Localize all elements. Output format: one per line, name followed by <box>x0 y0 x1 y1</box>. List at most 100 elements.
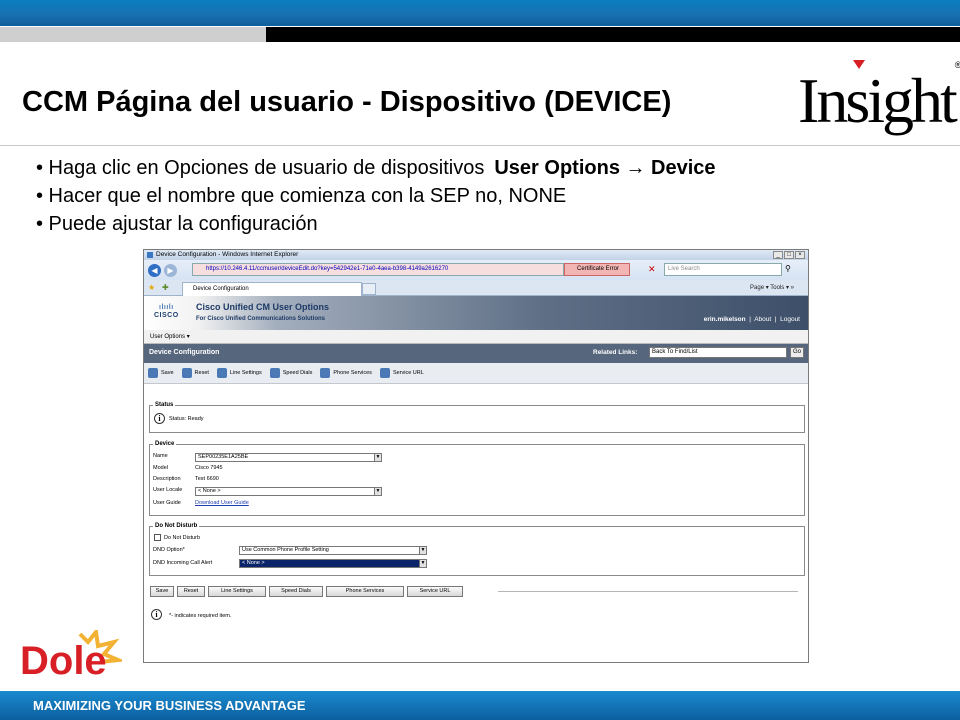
line-settings-button[interactable]: Line Settings <box>208 586 266 597</box>
bullet-1: • Haga clic en Opciones de usuario de di… <box>36 154 716 182</box>
toolbar-save[interactable]: Save <box>148 368 174 378</box>
download-user-guide-link[interactable]: Download User Guide <box>195 500 249 506</box>
dole-logo: Dole <box>18 627 126 691</box>
dole-logo-wordmark: Dole <box>20 639 107 683</box>
service-url-button[interactable]: Service URL <box>407 586 463 597</box>
maximize-icon[interactable]: □ <box>784 251 794 259</box>
window-title: Device Configuration - Windows Internet … <box>156 251 299 258</box>
certificate-error-badge[interactable]: Certificate Error <box>564 263 630 276</box>
bottom-button-row: Save Reset Line Settings Speed Dials Pho… <box>150 586 463 597</box>
logout-link[interactable]: Logout <box>780 316 800 323</box>
line-settings-icon <box>216 368 227 378</box>
stop-icon[interactable]: ✕ <box>648 264 656 275</box>
button-row-divider <box>498 591 798 592</box>
user-links: erin.mikelson | About | Logout <box>703 316 800 323</box>
reset-button[interactable]: Reset <box>177 586 205 597</box>
description-label: Description <box>153 476 181 482</box>
minimize-icon[interactable]: _ <box>773 251 783 259</box>
user-locale-value: < None > <box>198 488 221 494</box>
chevron-down-icon: ▼ <box>419 547 426 554</box>
bullet-2-text: • Hacer que el nombre que comienza con l… <box>36 185 567 207</box>
cisco-logo: ılıılı CISCO <box>154 304 179 320</box>
dnd-option-label: DND Option* <box>153 547 185 553</box>
toolbar: Save Reset Line Settings Speed Dials Pho… <box>144 363 808 384</box>
model-value: Cisco 7945 <box>195 465 223 471</box>
toolbar-phone-services[interactable]: Phone Services <box>320 368 372 378</box>
header-black-bar <box>266 27 960 42</box>
toolbar-service-url[interactable]: Service URL <box>379 368 424 378</box>
menu-bar: User Options ▾ <box>144 330 808 344</box>
tagline: MAXIMIZING YOUR BUSINESS ADVANTAGE <box>33 698 306 713</box>
bullet-1-text: • Haga clic en Opciones de usuario de di… <box>36 157 485 179</box>
user-name: erin.mikelson <box>703 316 746 323</box>
add-favorites-icon[interactable]: ✚ <box>162 283 169 292</box>
toolbar-reset[interactable]: Reset <box>181 368 209 378</box>
related-links-select[interactable]: Back To Find/List <box>649 347 787 358</box>
dnd-alert-value: < None > <box>242 560 265 566</box>
user-locale-select[interactable]: < None > ▼ <box>195 487 382 496</box>
title-divider <box>0 145 960 146</box>
ie-icon <box>147 252 153 258</box>
insight-logo-mark <box>853 60 865 69</box>
chevron-down-icon: ▼ <box>419 560 426 567</box>
insight-logo-registered: ® <box>954 60 960 70</box>
toolbar-phone-services-label: Phone Services <box>333 370 372 376</box>
search-input[interactable]: Live Search <box>664 263 782 276</box>
search-icon[interactable]: ⚲ <box>785 264 791 273</box>
save-icon <box>148 368 158 378</box>
save-button[interactable]: Save <box>150 586 174 597</box>
tab-row: ★ ✚ Device Configuration Page ▾ Tools ▾ … <box>144 280 808 296</box>
insight-logo: Insight® <box>798 60 960 142</box>
toolbar-speed-dials[interactable]: Speed Dials <box>269 368 312 378</box>
device-legend: Device <box>153 441 177 447</box>
insight-logo-wordmark: Insight <box>798 65 958 136</box>
chevron-down-icon: ▼ <box>374 488 381 495</box>
dnd-option-select[interactable]: Use Common Phone Profile Setting ▼ <box>239 546 427 555</box>
bullet-1-bold: User Options → Device <box>494 157 716 179</box>
tab-device-configuration[interactable]: Device Configuration <box>182 282 362 296</box>
user-locale-label: User Locale <box>153 487 183 493</box>
toolbar-reset-label: Reset <box>194 370 209 376</box>
toolbar-save-label: Save <box>161 370 174 376</box>
reset-icon <box>181 368 192 378</box>
about-link[interactable]: About <box>754 316 771 323</box>
related-links-label: Related Links: <box>593 349 638 356</box>
phone-services-button[interactable]: Phone Services <box>326 586 404 597</box>
forward-icon[interactable]: ▶ <box>164 264 177 277</box>
go-button[interactable]: Go <box>790 347 804 358</box>
description-value: Test 6690 <box>195 476 219 482</box>
user-guide-label: User Guide <box>153 500 181 506</box>
new-tab-button[interactable] <box>362 283 376 295</box>
service-url-icon <box>379 368 390 378</box>
dnd-alert-select[interactable]: < None > ▼ <box>239 559 427 568</box>
close-icon[interactable]: × <box>795 251 805 259</box>
address-row: ◀ ▶ https://10.246.4.11/ccmuser/deviceEd… <box>144 260 808 280</box>
device-group: Device Name SEP00235E1A25BE ▼ Model Cisco… <box>149 441 805 516</box>
name-value: SEP00235E1A25BE <box>198 454 249 460</box>
info-icon: i <box>154 413 165 424</box>
favorites-star-icon[interactable]: ★ <box>148 283 155 292</box>
dnd-checkbox[interactable] <box>154 534 161 541</box>
header-grey-bar <box>0 27 268 42</box>
slide-title: CCM Página del usuario - Dispositivo (DE… <box>22 86 672 118</box>
speed-dials-button[interactable]: Speed Dials <box>269 586 323 597</box>
status-legend: Status <box>153 402 176 408</box>
toolbar-line-settings[interactable]: Line Settings <box>216 368 262 378</box>
top-blue-band <box>0 0 960 26</box>
status-text: Status: Ready <box>169 416 204 422</box>
window-controls: _ □ × <box>773 251 805 259</box>
address-bar[interactable]: https://10.246.4.11/ccmuser/deviceEdit.d… <box>192 263 564 276</box>
user-options-menu[interactable]: User Options <box>150 334 185 340</box>
name-select[interactable]: SEP00235E1A25BE ▼ <box>195 453 382 462</box>
page-title: Device Configuration <box>149 349 220 356</box>
command-bar[interactable]: Page ▾ Tools ▾ » <box>750 284 794 291</box>
dnd-group: Do Not Disturb Do Not Disturb DND Option… <box>149 523 805 576</box>
cisco-bars-icon: ılıılı <box>159 304 174 311</box>
bullet-2: • Hacer que el nombre que comienza con l… <box>36 182 716 210</box>
chevron-down-icon[interactable]: ▾ <box>187 334 190 340</box>
back-icon[interactable]: ◀ <box>148 264 161 277</box>
toolbar-line-settings-label: Line Settings <box>229 370 262 376</box>
bullet-3-text: • Puede ajustar la configuración <box>36 213 318 235</box>
status-group: Status i Status: Ready <box>149 402 805 433</box>
window-titlebar: Device Configuration - Windows Internet … <box>144 250 808 260</box>
